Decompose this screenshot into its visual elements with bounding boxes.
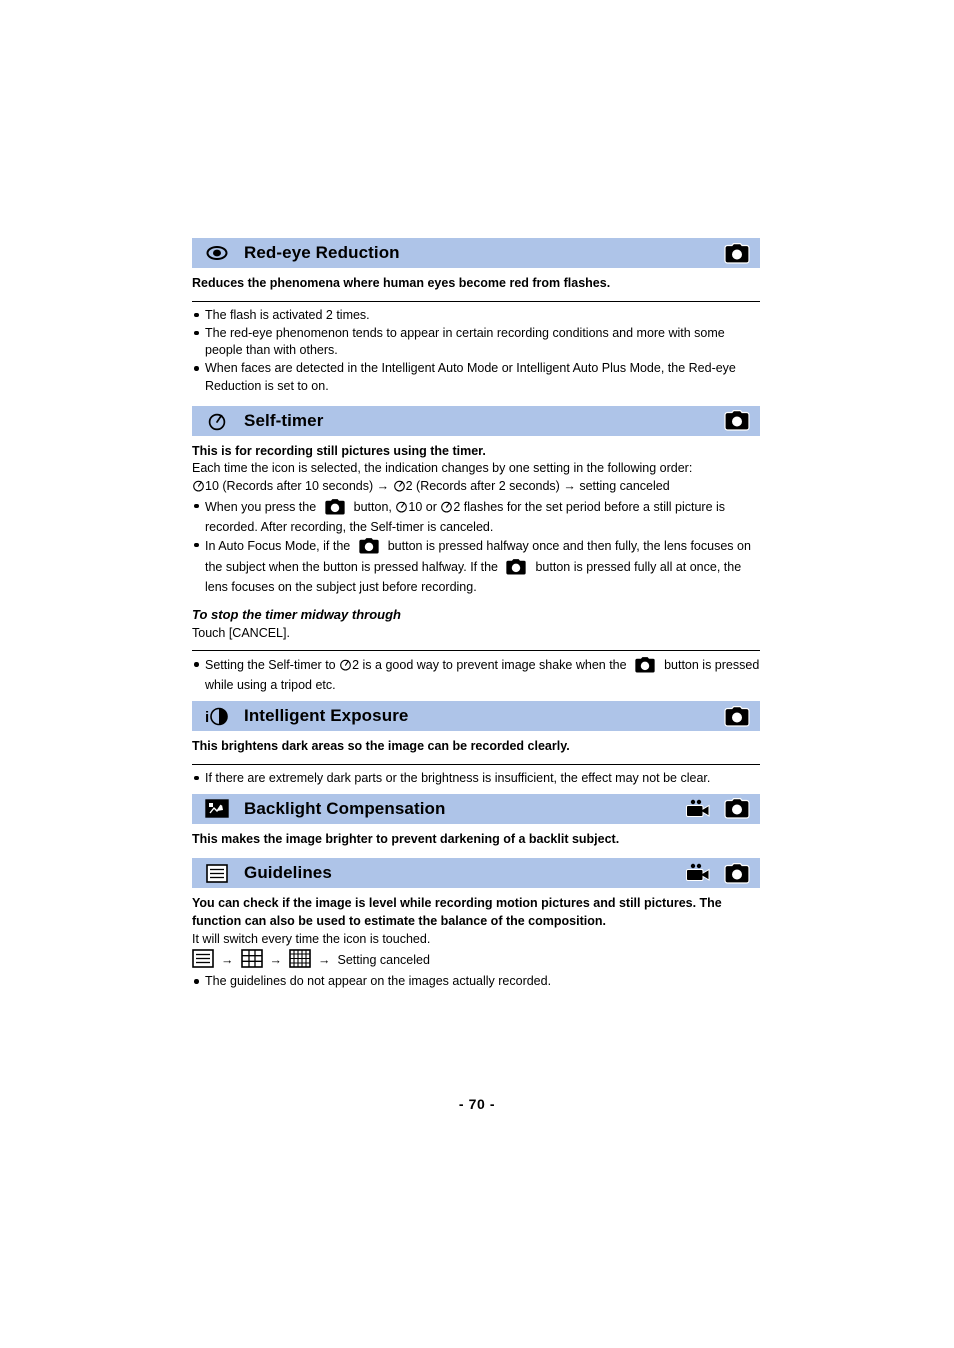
list-item: If there are extremely dark parts or the… bbox=[192, 770, 760, 788]
eye-icon bbox=[200, 245, 234, 261]
list-item: The flash is activated 2 times. bbox=[192, 307, 760, 325]
guidelines-intro: It will switch every time the icon is to… bbox=[192, 931, 431, 946]
bullet-list-intelligent-exposure: If there are extremely dark parts or the… bbox=[192, 770, 760, 788]
list-item: When you press the button, 10 or 2 flash… bbox=[192, 497, 760, 537]
section-header-self-timer: Self-timer bbox=[192, 405, 760, 436]
photo-camera-icon bbox=[634, 656, 660, 677]
bullet-text-part: In Auto Focus Mode, if the bbox=[205, 538, 351, 553]
manual-page-content: Red-eye Reduction Reduces the phenomena … bbox=[192, 238, 760, 991]
self-timer-icon bbox=[339, 658, 352, 677]
divider bbox=[192, 300, 760, 302]
guidelines-pattern-lines-icon bbox=[192, 948, 214, 974]
section-mode-icons bbox=[724, 410, 754, 431]
section-mode-icons bbox=[686, 862, 754, 884]
photo-camera-icon bbox=[358, 536, 384, 558]
guidelines-icon bbox=[200, 864, 234, 883]
bullet-text-part: 2 is a good way to prevent image shake w… bbox=[352, 658, 627, 673]
photo-camera-icon bbox=[724, 705, 750, 727]
guidelines-pattern-grid-icon bbox=[289, 948, 311, 974]
backlight-compensation-icon bbox=[200, 799, 234, 818]
arrow-glyph: → bbox=[318, 953, 331, 968]
divider bbox=[192, 650, 760, 652]
self-timer-icon bbox=[393, 479, 406, 498]
list-item: The red-eye phenomenon tends to appear i… bbox=[192, 325, 760, 361]
section-lead-text: You can check if the image is level whil… bbox=[192, 896, 722, 929]
guidelines-sequence: → → → Setting canceled bbox=[192, 948, 760, 974]
photo-camera-icon bbox=[724, 242, 750, 264]
list-item: Setting the Self-timer to 2 is a good wa… bbox=[192, 656, 760, 695]
section-mode-icons bbox=[724, 242, 754, 264]
list-item: In Auto Focus Mode, if the button is pre… bbox=[192, 536, 760, 597]
intelligent-exposure-icon: i bbox=[200, 707, 234, 726]
video-camera-icon bbox=[686, 863, 710, 883]
bullet-text-part: Setting the Self-timer to bbox=[205, 658, 336, 673]
self-timer-sequence: 10 (Records after 10 seconds) → 2 (Recor… bbox=[192, 478, 760, 498]
bullet-list-guidelines: The guidelines do not appear on the imag… bbox=[192, 973, 760, 991]
bullet-text-part: When you press the bbox=[205, 499, 317, 514]
section-lead-text: This makes the image brighter to prevent… bbox=[192, 831, 620, 846]
section-header-intelligent-exposure: i Intelligent Exposure bbox=[192, 701, 760, 732]
bullet-text-part: 10 or bbox=[408, 499, 437, 514]
sequence-step-3: setting canceled bbox=[579, 479, 670, 493]
list-item: When faces are detected in the Intellige… bbox=[192, 360, 760, 396]
self-timer-icon bbox=[192, 479, 205, 498]
arrow-glyph: → bbox=[376, 479, 390, 493]
divider bbox=[192, 763, 760, 765]
sequence-step-2: 2 (Records after 2 seconds) bbox=[405, 479, 560, 493]
stop-timer-text: Touch [CANCEL]. bbox=[192, 625, 290, 640]
section-title: Self-timer bbox=[244, 410, 324, 430]
video-camera-icon bbox=[686, 799, 710, 819]
photo-camera-icon bbox=[505, 557, 531, 579]
svg-text:i: i bbox=[205, 709, 209, 726]
section-title: Guidelines bbox=[244, 863, 332, 883]
section-header-red-eye-reduction: Red-eye Reduction bbox=[192, 238, 760, 268]
photo-camera-icon bbox=[323, 497, 350, 519]
photo-camera-icon bbox=[724, 798, 750, 819]
arrow-glyph: → bbox=[221, 953, 234, 968]
section-lead-text: This is for recording still pictures usi… bbox=[192, 443, 486, 458]
bullet-list-self-timer-footer: Setting the Self-timer to 2 is a good wa… bbox=[192, 656, 760, 695]
section-lead-text: This brightens dark areas so the image c… bbox=[192, 739, 570, 754]
stop-timer-heading: To stop the timer midway through bbox=[192, 607, 401, 623]
section-header-guidelines: Guidelines bbox=[192, 858, 760, 889]
photo-camera-icon bbox=[724, 862, 750, 884]
section-lead-text: Reduces the phenomena where human eyes b… bbox=[192, 276, 611, 290]
self-timer-intro: Each time the icon is selected, the indi… bbox=[192, 461, 693, 476]
arrow-glyph: → bbox=[563, 479, 576, 493]
sequence-step-1: 10 (Records after 10 seconds) bbox=[205, 479, 374, 493]
bullet-text-part: button, bbox=[353, 499, 392, 514]
section-title: Intelligent Exposure bbox=[244, 706, 409, 726]
photo-camera-icon bbox=[724, 410, 750, 431]
guidelines-pattern-cross-icon bbox=[240, 948, 263, 974]
list-item: The guidelines do not appear on the imag… bbox=[192, 973, 760, 991]
self-timer-icon bbox=[395, 500, 408, 519]
page-number: - 70 - bbox=[458, 1096, 496, 1112]
section-header-backlight-compensation: Backlight Compensation bbox=[192, 793, 760, 824]
section-title: Red-eye Reduction bbox=[244, 243, 400, 262]
guidelines-sequence-end-label: Setting canceled bbox=[337, 953, 430, 968]
self-timer-icon bbox=[440, 500, 453, 519]
bullet-list-self-timer: When you press the button, 10 or 2 flash… bbox=[192, 497, 760, 597]
arrow-glyph: → bbox=[269, 953, 283, 968]
section-mode-icons bbox=[724, 705, 754, 727]
section-title: Backlight Compensation bbox=[244, 798, 446, 818]
section-mode-icons bbox=[686, 798, 754, 819]
self-timer-icon bbox=[200, 411, 234, 431]
bullet-list-red-eye: The flash is activated 2 times. The red-… bbox=[192, 307, 760, 396]
